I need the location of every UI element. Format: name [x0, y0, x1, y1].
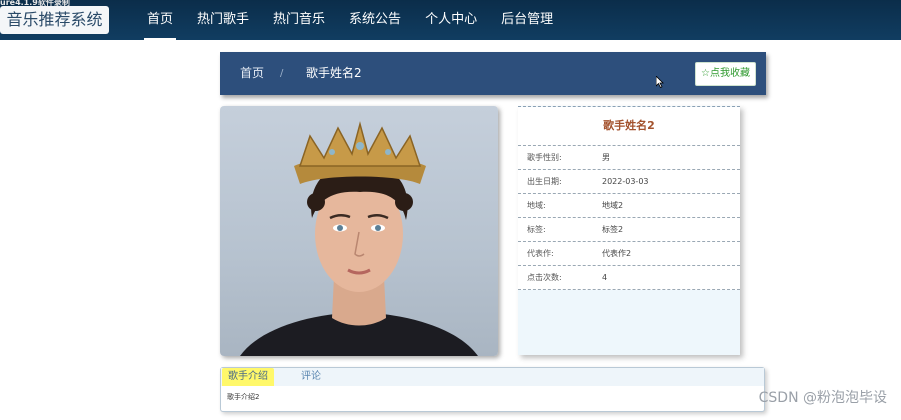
watermark: CSDN @粉泡泡毕设: [758, 390, 887, 406]
singer-photo: [220, 106, 498, 356]
info-label: 代表作:: [527, 249, 554, 258]
favorite-button[interactable]: ☆点我收藏: [695, 62, 756, 86]
info-label: 标签:: [527, 225, 546, 234]
info-label: 点击次数:: [527, 273, 562, 282]
info-value: 标签2: [602, 225, 624, 234]
star-icon: ☆: [701, 68, 710, 79]
singer-name: 歌手姓名2: [518, 107, 740, 145]
nav-item-home[interactable]: 首页: [136, 0, 184, 40]
breadcrumb-current: 歌手姓名2: [306, 66, 362, 80]
info-row-gender: 歌手性别: 男: [518, 145, 740, 169]
info-label: 歌手性别:: [527, 153, 562, 162]
info-label: 地域:: [527, 201, 546, 210]
info-value: 2022-03-03: [602, 177, 649, 186]
tab-comments[interactable]: 评论: [301, 368, 321, 386]
tab-singer-intro[interactable]: 歌手介绍: [222, 368, 274, 386]
top-nav-bar: ure4.1.9软件录制 音乐推荐系统 首页 热门歌手 热门音乐 系统公告 个人…: [0, 0, 901, 40]
tab-strip: 歌手介绍 评论: [221, 368, 764, 386]
mouse-cursor-icon: [656, 76, 664, 88]
info-label: 出生日期:: [527, 177, 562, 186]
breadcrumb: 首页 / 歌手姓名2 ☆点我收藏: [220, 52, 766, 95]
nav-item-hot-singers[interactable]: 热门歌手: [186, 0, 260, 40]
favorite-button-label: 点我收藏: [710, 68, 750, 79]
nav-item-admin[interactable]: 后台管理: [490, 0, 564, 40]
main-nav: 首页 热门歌手 热门音乐 系统公告 个人中心 后台管理: [136, 0, 566, 40]
info-row-representative-work: 代表作: 代表作2: [518, 241, 740, 265]
info-row-tags: 标签: 标签2: [518, 217, 740, 241]
singer-portrait-image: [240, 121, 478, 356]
info-value: 代表作2: [602, 249, 632, 258]
info-row-birthdate: 出生日期: 2022-03-03: [518, 169, 740, 193]
nav-item-hot-music[interactable]: 热门音乐: [262, 0, 336, 40]
breadcrumb-home-link[interactable]: 首页: [240, 52, 264, 95]
info-value: 地域2: [602, 201, 624, 210]
info-value: 4: [602, 273, 608, 282]
tab-content: 歌手介绍2: [227, 393, 260, 401]
nav-item-announcements[interactable]: 系统公告: [338, 0, 412, 40]
nav-item-personal-center[interactable]: 个人中心: [414, 0, 488, 40]
breadcrumb-separator: /: [280, 68, 284, 79]
site-logo[interactable]: 音乐推荐系统: [0, 6, 109, 34]
detail-tabs-panel: 歌手介绍 评论 歌手介绍2: [220, 367, 765, 412]
info-value: 男: [602, 153, 610, 162]
info-row-click-count: 点击次数: 4: [518, 265, 740, 290]
info-row-region: 地域: 地域2: [518, 193, 740, 217]
singer-info-panel: 歌手姓名2 歌手性别: 男 出生日期: 2022-03-03 地域: 地域2 标…: [518, 106, 740, 355]
